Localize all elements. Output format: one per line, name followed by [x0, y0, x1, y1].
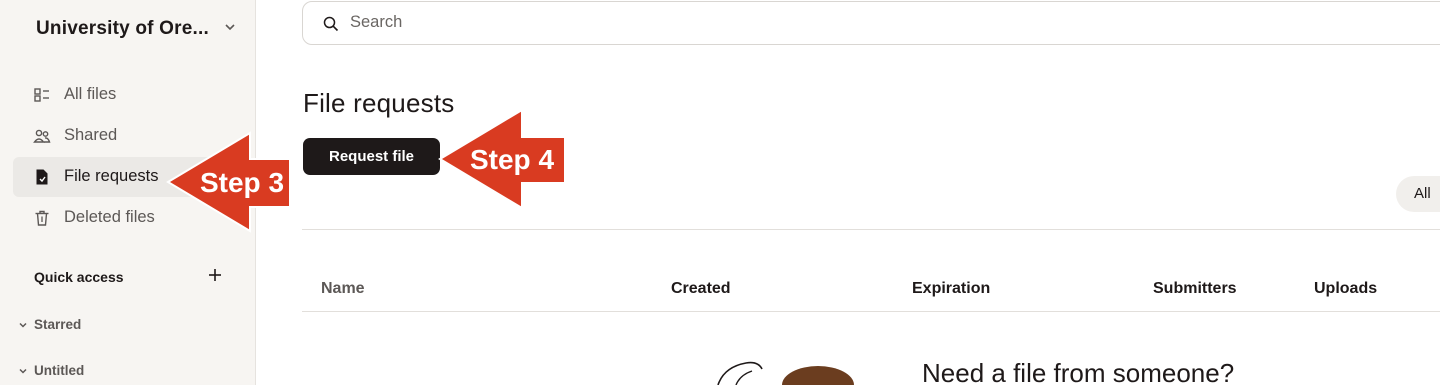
- empty-state-title: Need a file from someone?: [922, 358, 1235, 388]
- filter-all-pill[interactable]: All: [1396, 176, 1440, 212]
- org-name: University of Ore...: [36, 18, 209, 39]
- trash-icon: [35, 210, 49, 226]
- step-3-arrow-callout: Step 3: [166, 131, 291, 233]
- column-header-name[interactable]: Name: [321, 280, 365, 298]
- search-bar[interactable]: [302, 1, 1440, 45]
- group-label: Untitled: [34, 363, 85, 378]
- file-request-icon: [36, 169, 48, 185]
- search-input[interactable]: [348, 12, 1252, 33]
- column-header-created[interactable]: Created: [671, 280, 731, 298]
- sidebar-item-label: Deleted files: [64, 208, 155, 226]
- page-title: File requests: [303, 88, 455, 118]
- plus-icon[interactable]: [205, 265, 225, 285]
- empty-state-illustration: [717, 361, 854, 385]
- sidebar-item-label: Shared: [64, 126, 118, 144]
- chevron-down-icon: [225, 24, 235, 31]
- group-starred[interactable]: Starred: [18, 317, 81, 332]
- chevron-down-icon: [19, 322, 27, 328]
- search-icon: [323, 16, 339, 32]
- column-header-expiration[interactable]: Expiration: [912, 280, 990, 298]
- group-untitled[interactable]: Untitled: [18, 363, 84, 378]
- column-header-submitters[interactable]: Submitters: [1153, 280, 1237, 298]
- sidebar-item-label: File requests: [64, 167, 159, 185]
- sidebar-item-label: All files: [64, 85, 117, 103]
- column-header-uploads[interactable]: Uploads: [1314, 280, 1377, 298]
- shared-people-icon: [33, 129, 51, 143]
- request-file-button[interactable]: Request file: [303, 138, 440, 175]
- chevron-down-icon: [19, 368, 27, 374]
- step-3-label: Step 3: [200, 167, 284, 198]
- org-switcher[interactable]: University of Ore...: [36, 16, 246, 42]
- divider: [302, 311, 1440, 312]
- quick-access-heading: Quick access: [34, 269, 124, 285]
- step-4-arrow-callout: Step 4: [438, 108, 566, 210]
- group-label: Starred: [34, 317, 82, 332]
- sidebar-item-all-files[interactable]: All files: [13, 75, 243, 115]
- step-4-label: Step 4: [470, 144, 554, 175]
- divider: [302, 229, 1440, 230]
- folders-icon: [34, 88, 49, 102]
